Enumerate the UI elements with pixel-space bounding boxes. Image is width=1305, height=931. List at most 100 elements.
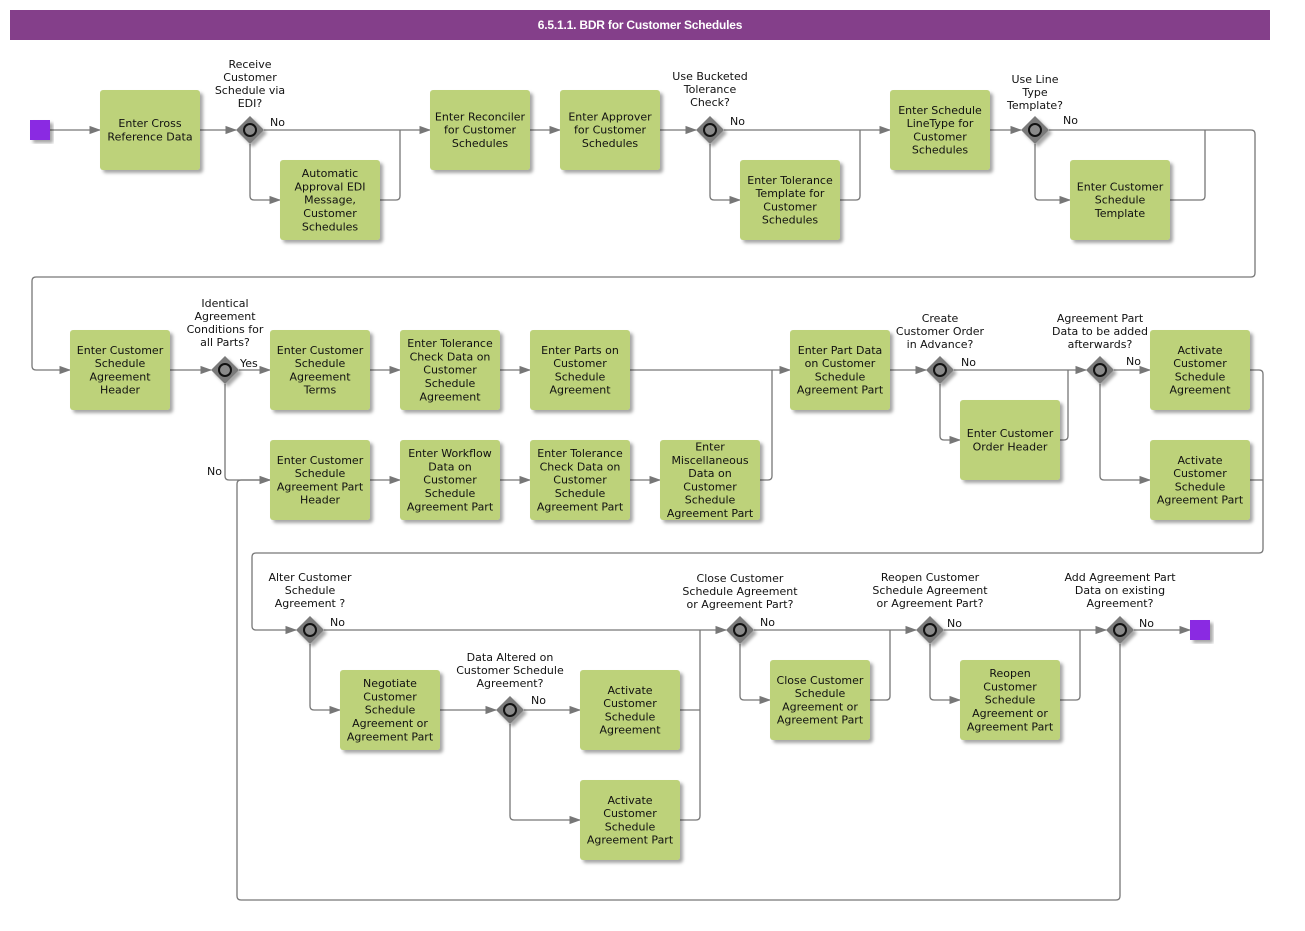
task-t1[interactable]: Enter CrossReference Data: [100, 90, 200, 170]
task-label: Check Data on: [410, 350, 491, 363]
gateway-question: or Agreement Part?: [687, 598, 794, 611]
gateway-g4[interactable]: [211, 356, 239, 384]
task-label: Enter Schedule: [898, 104, 982, 117]
task-label: Reopen: [989, 667, 1030, 680]
gateway-question: Customer Schedule: [456, 664, 564, 677]
task-label: Schedule: [295, 357, 346, 370]
task-label: Schedule: [985, 694, 1036, 707]
gateway-question: Data Altered on: [467, 651, 554, 664]
task-label: Agreement Part: [777, 714, 864, 727]
gateway-g11[interactable]: [1106, 616, 1134, 644]
task-t4[interactable]: Enter Approverfor CustomerSchedules: [560, 90, 660, 170]
task-label: Schedules: [582, 137, 639, 150]
task-label: Data on: [688, 467, 731, 480]
task-t21[interactable]: ActivateCustomerScheduleAgreement: [580, 670, 680, 750]
task-t24[interactable]: ReopenCustomerScheduleAgreement orAgreem…: [960, 660, 1060, 740]
task-t13[interactable]: Enter WorkflowData onCustomerScheduleAgr…: [400, 440, 500, 520]
sequence-flow: [939, 384, 962, 445]
task-label: Agreement Part: [1157, 494, 1244, 507]
task-label: Customer: [683, 480, 737, 493]
gateway-circle-icon: [1093, 363, 1107, 377]
task-t5[interactable]: Enter ToleranceTemplate forCustomerSched…: [740, 160, 840, 240]
task-label: Enter Approver: [568, 110, 652, 123]
gateway-g3[interactable]: [1021, 116, 1049, 144]
gateway-question: Check?: [690, 96, 730, 109]
task-label: Enter Customer: [277, 454, 364, 467]
task-t14[interactable]: Enter ToleranceCheck Data onCustomerSche…: [530, 440, 630, 520]
task-label: Agreement Part: [407, 500, 494, 513]
task-t8[interactable]: Enter CustomerScheduleAgreementHeader: [70, 330, 170, 410]
task-label: Customer: [983, 680, 1037, 693]
task-label: Agreement Part: [797, 384, 884, 397]
branch-label: No: [947, 617, 962, 630]
task-label: Reference Data: [107, 130, 192, 143]
task-label: Schedule: [795, 687, 846, 700]
task-label: Template for: [755, 187, 825, 200]
task-t15[interactable]: EnterMiscellaneousData onCustomerSchedul…: [660, 440, 760, 520]
task-t18[interactable]: ActivateCustomerScheduleAgreement: [1150, 330, 1250, 410]
gateway-g2[interactable]: [696, 116, 724, 144]
gateway-g8[interactable]: [496, 696, 524, 724]
gateway-g9[interactable]: [726, 616, 754, 644]
branch-label: No: [1139, 617, 1154, 630]
gateway-question: all Parts?: [200, 336, 250, 349]
task-label: Schedule: [1175, 370, 1226, 383]
branch-label: No: [961, 356, 976, 369]
task-label: Agreement: [599, 724, 661, 737]
start-event[interactable]: [30, 120, 50, 140]
gateway-g1[interactable]: [236, 116, 264, 144]
branch-label: No: [760, 616, 775, 629]
gateway-g6[interactable]: [1086, 356, 1114, 384]
sequence-flow: [249, 144, 282, 205]
task-t20[interactable]: NegotiateCustomerScheduleAgreement orAgr…: [340, 670, 440, 750]
task-t12[interactable]: Enter CustomerScheduleAgreement PartHead…: [270, 440, 370, 520]
branch-label: No: [730, 115, 745, 128]
sequence-flow: [709, 144, 742, 205]
task-label: Message,: [304, 194, 356, 207]
sequence-flow: [929, 644, 962, 705]
task-t9[interactable]: Enter CustomerScheduleAgreementTerms: [270, 330, 370, 410]
gateway-g5[interactable]: [926, 356, 954, 384]
gateway-question: Alter Customer: [268, 571, 352, 584]
task-label: Agreement Part: [537, 500, 624, 513]
branch-label: No: [207, 465, 222, 478]
task-label: Activate: [1177, 454, 1222, 467]
gateway-question: Agreement: [194, 310, 256, 323]
branch-label: No: [1126, 355, 1141, 368]
task-label: Schedules: [452, 137, 509, 150]
task-t16[interactable]: Enter Part Dataon CustomerScheduleAgreem…: [790, 330, 890, 410]
task-label: Customer: [603, 697, 657, 710]
task-t6[interactable]: Enter ScheduleLineType forCustomerSchedu…: [890, 90, 990, 170]
gateway-question: Customer: [223, 71, 277, 84]
task-t17[interactable]: Enter CustomerOrder Header: [960, 400, 1060, 480]
task-label: Schedules: [762, 214, 819, 227]
task-t2[interactable]: AutomaticApproval EDIMessage,CustomerSch…: [280, 160, 380, 240]
task-label: Customer: [423, 474, 477, 487]
task-t10[interactable]: Enter ToleranceCheck Data onCustomerSche…: [400, 330, 500, 410]
task-label: Schedule: [555, 370, 606, 383]
gateway-question: Agreement ?: [275, 597, 346, 610]
task-label: Customer: [913, 130, 967, 143]
task-label: Close Customer: [777, 674, 864, 687]
task-t3[interactable]: Enter Reconcilerfor CustomerSchedules: [430, 90, 530, 170]
task-t19[interactable]: ActivateCustomerScheduleAgreement Part: [1150, 440, 1250, 520]
sequence-flow: [1099, 384, 1152, 485]
task-t7[interactable]: Enter CustomerScheduleTemplate: [1070, 160, 1170, 240]
task-label: Agreement Part: [277, 480, 364, 493]
gateway-g10[interactable]: [916, 616, 944, 644]
task-t22[interactable]: ActivateCustomerScheduleAgreement Part: [580, 780, 680, 860]
task-label: Enter Parts on: [541, 344, 619, 357]
task-label: Customer: [1173, 357, 1227, 370]
end-event[interactable]: [1190, 620, 1210, 640]
task-label: Schedule: [685, 494, 736, 507]
task-t11[interactable]: Enter Parts onCustomerScheduleAgreement: [530, 330, 630, 410]
sequence-flow: [224, 384, 272, 485]
task-label: Enter Reconciler: [435, 110, 526, 123]
gateway-question: Identical: [201, 297, 248, 310]
task-label: Customer: [303, 207, 357, 220]
sequence-flow: [840, 130, 861, 201]
task-label: Order Header: [973, 440, 1048, 453]
gateway-g7[interactable]: [296, 616, 324, 644]
task-t23[interactable]: Close CustomerScheduleAgreement orAgreem…: [770, 660, 870, 740]
gateway-question: Close Customer: [697, 572, 784, 585]
